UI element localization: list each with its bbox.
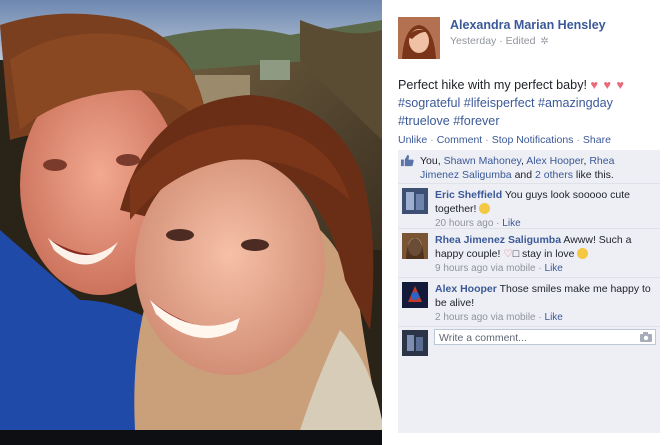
author-name-link[interactable]: Alexandra Marian Hensley	[450, 18, 606, 32]
post-header: Alexandra Marian Hensley Yesterday · Edi…	[398, 15, 658, 61]
comment-meta: 2 hours ago via mobile · Like	[435, 312, 563, 323]
post-hashtags[interactable]: #sograteful #lifeisperfect #amazingday #…	[398, 96, 613, 128]
action-separator: ·	[576, 134, 580, 146]
author-avatar[interactable]	[398, 17, 440, 59]
likes-and: and	[514, 169, 533, 181]
comment-like-link[interactable]: Like	[545, 263, 563, 274]
commenter-name-link[interactable]: Rhea Jimenez Saligumba	[435, 234, 561, 246]
comment-item: Rhea Jimenez Saligumba Awww! Such a happ…	[398, 228, 660, 277]
liker-link[interactable]: Shawn Mahoney	[444, 155, 521, 167]
comment-meta: 9 hours ago via mobile · Like	[435, 263, 563, 274]
stop-notifications-link[interactable]: Stop Notifications	[492, 134, 574, 146]
unknown-glyph-icon: □	[512, 248, 520, 260]
action-separator: ·	[485, 134, 489, 146]
heart-icon: ♡	[503, 248, 513, 260]
write-comment-input[interactable]: Write a comment...	[434, 329, 656, 345]
post-photo[interactable]	[0, 0, 382, 445]
share-link[interactable]: Share	[583, 134, 611, 146]
commenter-avatar[interactable]	[402, 188, 428, 214]
post-text: Perfect hike with my perfect baby!	[398, 78, 587, 92]
commenter-avatar[interactable]	[402, 233, 428, 259]
comment-content: Alex Hooper Those smiles make me happy t…	[435, 282, 655, 325]
unlike-link[interactable]: Unlike	[398, 134, 427, 146]
smiley-icon	[577, 248, 589, 259]
comment-content: Eric Sheffield You guys look sooooo cute…	[435, 188, 655, 231]
couple-selfie-image	[0, 0, 382, 430]
comments-section: You, Shawn Mahoney, Alex Hooper, Rhea Ji…	[398, 150, 660, 433]
commenter-avatar[interactable]	[402, 282, 428, 308]
comment-item: Alex Hooper Those smiles make me happy t…	[398, 277, 660, 326]
write-comment-placeholder: Write a comment...	[439, 332, 527, 344]
comment-time-link[interactable]: 2 hours ago via mobile	[435, 312, 536, 323]
liker-link[interactable]: Alex Hooper	[526, 155, 583, 167]
hashtags-link[interactable]: #sograteful #lifeisperfect #amazingday #…	[398, 96, 613, 128]
edited-label[interactable]: Edited	[506, 35, 536, 47]
comment-link[interactable]: Comment	[437, 134, 483, 146]
smiley-icon	[479, 203, 491, 214]
post-panel: Alexandra Marian Hensley Yesterday · Edi…	[382, 0, 669, 445]
current-user-avatar	[402, 330, 428, 356]
comment-content: Rhea Jimenez Saligumba Awww! Such a happ…	[435, 233, 655, 276]
post-body: Perfect hike with my perfect baby! ♥ ♥ ♥…	[398, 76, 660, 130]
post-meta: Yesterday · Edited ✲	[450, 35, 549, 47]
likes-summary: You, Shawn Mahoney, Alex Hooper, Rhea Ji…	[398, 150, 660, 183]
likes-tail: like this.	[575, 169, 614, 181]
action-separator: ·	[430, 134, 434, 146]
comment-text: stay in love	[522, 248, 575, 260]
likes-you: You,	[420, 155, 441, 167]
comment-time-link[interactable]: 9 hours ago via mobile	[435, 263, 536, 274]
others-link[interactable]: 2 others	[535, 169, 573, 181]
likes-text: You, Shawn Mahoney, Alex Hooper, Rhea Ji…	[420, 155, 615, 181]
post-actions: Unlike · Comment · Stop Notifications · Share	[398, 134, 611, 146]
commenter-name-link[interactable]: Eric Sheffield	[435, 189, 502, 201]
heart-icon: ♥ ♥ ♥	[590, 78, 625, 92]
commenter-name-link[interactable]: Alex Hooper	[435, 283, 497, 295]
gear-icon[interactable]: ✲	[540, 36, 548, 47]
camera-icon[interactable]	[640, 332, 652, 342]
like-thumb-icon	[401, 154, 414, 167]
comment-item: Eric Sheffield You guys look sooooo cute…	[398, 183, 660, 231]
comment-like-link[interactable]: Like	[545, 312, 563, 323]
post-timestamp-link[interactable]: Yesterday	[450, 35, 496, 47]
